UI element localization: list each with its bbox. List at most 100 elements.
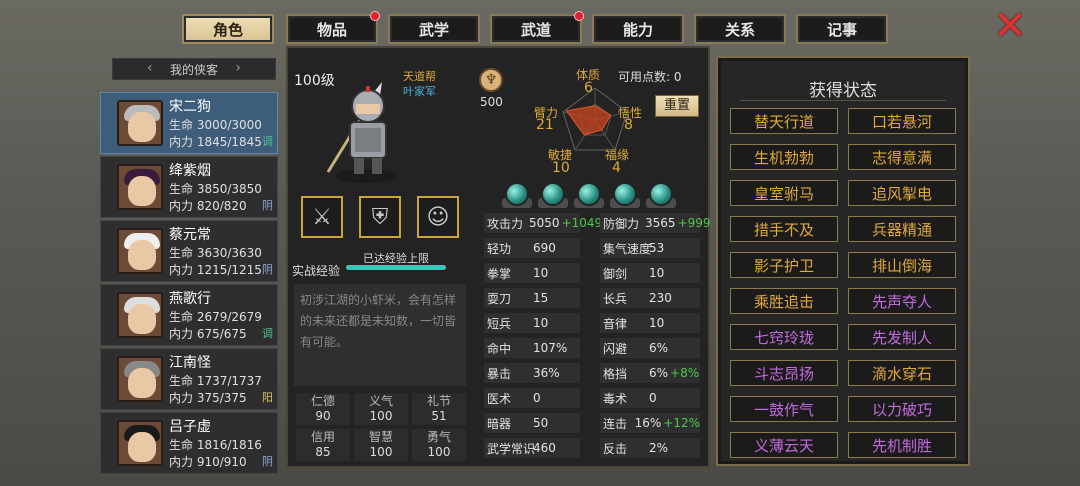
status-badge[interactable]: 皇室驸马 [730,180,838,206]
stat-label: 医术 [487,391,512,406]
stat-value: 6% [649,341,669,355]
stat-value: 36% [533,366,560,380]
status-badge[interactable]: 影子护卫 [730,252,838,278]
hero-hp: 生命 3630/3630 [169,246,262,260]
chevron-left-icon[interactable]: ‹ [147,60,153,76]
tab-1[interactable]: 物品 [286,11,380,44]
stat-value: 15 [533,291,549,305]
stat-row: 攻击力 5050 +1049 [484,213,602,233]
stat-row: 短兵 10 [484,313,580,333]
stat-label: 连击 [603,416,628,431]
weapon-slot[interactable]: ⚔ [301,196,343,238]
stat-row: 连击 16% +12% [600,413,700,433]
hero-type-tag: 调 [262,135,273,148]
stat-label: 防御力 [603,216,640,231]
available-points: 可用点数: 0 [618,70,682,84]
tab-label: 武学 [418,20,449,39]
stat-value: 690 [533,241,556,255]
virtue-value: 100 [369,409,393,423]
stat-value: 5050 [529,216,560,230]
gem-slot-icon[interactable] [541,182,565,206]
virtue-name: 义气 [368,394,393,408]
radar-minjie-value: 10 [552,160,570,176]
hero-card[interactable]: 蔡元常 生命 3630/3630 内力 1215/1215 阴 [100,220,278,282]
hero-mp: 内力 1215/1215 [169,263,262,277]
virtue-value: 51 [431,409,447,423]
tab-4[interactable]: 能力 [592,14,684,44]
status-badge[interactable]: 生机勃勃 [730,144,838,170]
status-badge[interactable]: 兵器精通 [848,216,956,242]
status-badge[interactable]: 七窍玲珑 [730,324,838,350]
radar-fuyuan-value: 4 [612,160,621,176]
status-badge[interactable]: 先声夺人 [848,288,956,314]
status-badge[interactable]: 乘胜追击 [730,288,838,314]
hero-card[interactable]: 江南怪 生命 1737/1737 内力 375/375 阳 [100,348,278,410]
hero-type-tag: 阴 [262,199,273,212]
status-badge[interactable]: 义薄云天 [730,432,838,458]
tab-0[interactable]: 角色 [182,14,274,44]
hero-name: 燕歌行 [169,291,211,307]
gem-slot-icon[interactable] [649,182,673,206]
tab-label: 关系 [724,20,755,39]
status-badge[interactable]: 先机制胜 [848,432,956,458]
virtue-cell: 礼节 51 [412,393,466,425]
hero-face [128,304,156,334]
hero-card[interactable]: 燕歌行 生命 2679/2679 内力 675/675 调 [100,284,278,346]
status-badge[interactable]: 排山倒海 [848,252,956,278]
armor-slot[interactable]: ⛨ [359,196,401,238]
accessory-slot[interactable]: ☺ [417,196,459,238]
hero-hp: 生命 3000/3000 [169,118,262,132]
hero-card[interactable]: 吕子虚 生命 1816/1816 内力 910/910 阴 [100,412,278,474]
stat-value: 107% [533,341,568,355]
status-badge[interactable]: 志得意满 [848,144,956,170]
hero-mp: 内力 375/375 [169,391,247,405]
gem-slot-icon[interactable] [505,182,529,206]
stat-value: 0 [649,391,657,405]
hero-card[interactable]: 宋二狗 生命 3000/3000 内力 1845/1845 调 [100,92,278,154]
hero-name: 蔡元常 [169,227,211,243]
chevron-right-icon[interactable]: › [235,60,241,76]
hero-name: 绛紫烟 [169,163,211,179]
stat-row: 集气速度 53 [600,238,700,258]
hero-type-tag: 阴 [262,455,273,468]
stat-value: 460 [533,441,556,455]
virtue-cell: 仁德 90 [296,393,350,425]
status-badge[interactable]: 追风掣电 [848,180,956,206]
status-badge[interactable]: 以力破巧 [848,396,956,422]
hero-card[interactable]: 绛紫烟 生命 3850/3850 内力 820/820 阴 [100,156,278,218]
hero-type-tag: 阳 [262,391,273,404]
status-badge[interactable]: 口若悬河 [848,108,956,134]
status-badge[interactable]: 措手不及 [730,216,838,242]
status-badge[interactable]: 一鼓作气 [730,396,838,422]
hero-type-tag: 调 [262,327,273,340]
stat-row: 闪避 6% [600,338,700,358]
status-badge[interactable]: 斗志昂扬 [730,360,838,386]
gem-slot-icon[interactable] [577,182,601,206]
virtue-cell: 信用 85 [296,429,350,461]
hero-portrait [117,356,163,402]
stat-bonus: +8% [670,366,700,380]
reset-button[interactable]: 重置 [655,95,699,117]
stat-bonus: +999 [677,216,711,230]
virtue-name: 信用 [310,430,335,444]
tab-label: 角色 [212,20,243,39]
stat-value: 10 [533,266,549,280]
status-badge[interactable]: 先发制人 [848,324,956,350]
status-badge[interactable]: 滴水穿石 [848,360,956,386]
stat-label: 长兵 [603,291,628,306]
stat-row: 音律 10 [600,313,700,333]
hero-name: 吕子虚 [169,419,211,435]
gem-slot-icon[interactable] [613,182,637,206]
tab-3[interactable]: 武道 [490,11,584,44]
tab-6[interactable]: 记事 [796,14,888,44]
tab-5[interactable]: 关系 [694,14,786,44]
radar-bili-value: 21 [536,117,554,133]
hero-portrait [117,292,163,338]
stat-row: 防御力 3565 +999 [600,213,711,233]
close-icon[interactable]: ✕ [992,6,1028,46]
radar-tizhi-value: 6 [584,80,593,96]
stat-label: 武学常识 [487,441,536,456]
hero-mp: 内力 910/910 [169,455,247,469]
tab-2[interactable]: 武学 [388,14,480,44]
status-badge[interactable]: 替天行道 [730,108,838,134]
